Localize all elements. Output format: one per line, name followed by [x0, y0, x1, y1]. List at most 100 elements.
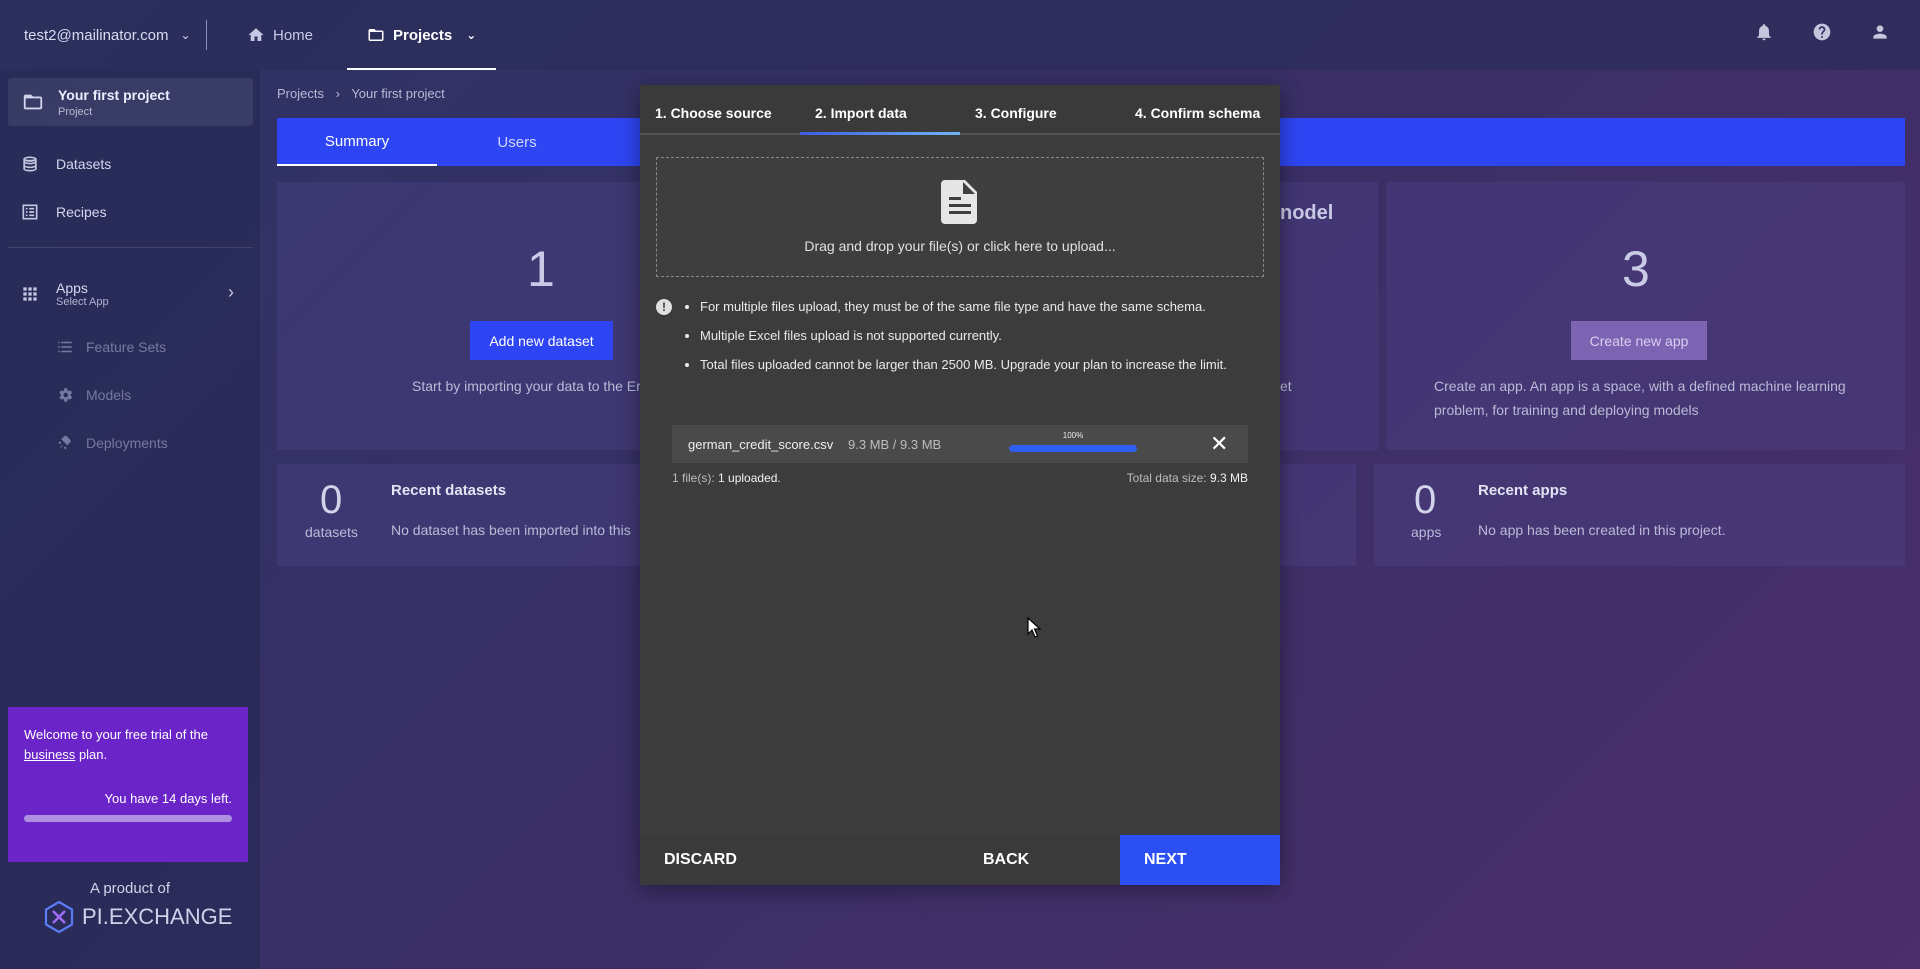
tab-summary[interactable]: Summary [277, 118, 437, 166]
home-icon [248, 28, 264, 41]
recent-datasets-count: 0 [320, 478, 343, 522]
wizard-steps: 1. Choose source 2. Import data 3. Confi… [640, 85, 1280, 135]
user-menu[interactable]: test2@mailinator.com ⌄ [0, 27, 206, 44]
sidebar-item-datasets[interactable]: Datasets [20, 154, 111, 174]
divider [206, 20, 207, 50]
user-icon[interactable] [1870, 22, 1890, 42]
total-size-summary: Total data size: 9.3 MB [1126, 471, 1248, 485]
add-dataset-button[interactable]: Add new dataset [470, 321, 613, 360]
trial-progress-bar [24, 815, 232, 822]
sidebar-item-label: Feature Sets [86, 339, 167, 355]
progress-track [1009, 445, 1137, 452]
file-count-summary: 1 file(s): 1 uploaded. [672, 471, 781, 485]
recent-apps-count: 0 [1414, 478, 1437, 522]
chevron-down-icon: ⌄ [180, 28, 191, 42]
recent-apps-unit: apps [1411, 524, 1442, 540]
file-dropzone[interactable]: Drag and drop your file(s) or click here… [656, 157, 1264, 277]
recent-apps-card [1374, 464, 1905, 566]
create-app-button[interactable]: Create new app [1571, 321, 1707, 360]
discard-button[interactable]: DISCARD [664, 835, 737, 885]
step-confirm-schema[interactable]: 4. Confirm schema [1120, 85, 1280, 135]
sidebar-item-label: Recipes [56, 204, 107, 220]
mouse-cursor-icon [1027, 617, 1042, 638]
breadcrumb-current: Your first project [351, 86, 445, 101]
modal-footer: DISCARD BACK NEXT [640, 835, 1280, 885]
datasets-card [277, 182, 642, 450]
sidebar-item-label: Datasets [56, 156, 112, 172]
sidebar-item-models: Models [56, 386, 131, 404]
bell-icon[interactable] [1754, 22, 1774, 42]
sidebar-item-label: Deployments [86, 435, 168, 451]
step-choose-source[interactable]: 1. Choose source [640, 85, 800, 135]
upload-note: Total files uploaded cannot be larger th… [700, 357, 1264, 373]
help-icon[interactable] [1812, 22, 1832, 42]
info-icon: ! [656, 299, 672, 315]
folder-open-icon [23, 94, 43, 110]
sidebar-item-label: Models [86, 387, 132, 403]
recent-datasets-title: Recent datasets [391, 482, 507, 499]
user-email: test2@mailinator.com [24, 26, 169, 44]
piexchange-logo-icon [44, 900, 74, 934]
step-configure[interactable]: 3. Configure [960, 85, 1120, 135]
recent-datasets-text: No dataset has been imported into this [391, 522, 631, 538]
chevron-down-icon[interactable]: ⌄ [466, 28, 476, 42]
divider [8, 247, 253, 248]
recent-models-card [1280, 464, 1356, 566]
app-description: Create an app. An app is a space, with a… [1434, 378, 1846, 418]
import-dataset-modal: 1. Choose source 2. Import data 3. Confi… [640, 85, 1280, 885]
nav-home-label: Home [273, 26, 314, 44]
file-name: german_credit_score.csv [688, 436, 834, 452]
upload-note: For multiple files upload, they must be … [700, 299, 1264, 315]
rocket-icon [58, 435, 71, 450]
project-subtitle: Project [58, 105, 93, 118]
upload-notes: ! For multiple files upload, they must b… [656, 299, 1264, 386]
list-icon [22, 204, 38, 220]
breadcrumb: Projects › Your first project [277, 86, 445, 101]
nav-projects-label: Projects [393, 26, 453, 44]
file-size: 9.3 MB / 9.3 MB [848, 436, 942, 452]
tab-users[interactable]: Users [437, 118, 597, 166]
uploaded-file-row: german_credit_score.csv 9.3 MB / 9.3 MB … [672, 425, 1248, 463]
models-heading: nodel [1280, 202, 1334, 224]
project-card[interactable]: Your first project Project [8, 78, 253, 126]
progress-label: 100% [1062, 431, 1084, 440]
dataset-description: Start by importing your data to the Er [412, 378, 640, 394]
trial-banner: Welcome to your free trial of the busine… [8, 707, 248, 862]
recent-datasets-unit: datasets [305, 524, 358, 540]
upload-note: Multiple Excel files upload is not suppo… [700, 328, 1264, 344]
dropzone-text: Drag and drop your file(s) or click here… [804, 238, 1116, 254]
apps-subtitle: Select App [56, 296, 109, 308]
sidebar-item-apps[interactable]: Apps Select App [20, 280, 109, 308]
progress-fill [1009, 445, 1137, 452]
chevron-right-icon[interactable]: › [228, 282, 234, 303]
cog-icon [59, 388, 73, 402]
chevron-right-icon: › [335, 86, 340, 101]
sidebar: Your first project Project Datasets Reci… [0, 70, 260, 969]
trial-message: Welcome to your free trial of the busine… [24, 727, 209, 762]
product-of-label: A product of [89, 880, 171, 897]
sidebar-item-recipes[interactable]: Recipes [20, 202, 107, 222]
database-icon [23, 156, 37, 172]
nav-projects[interactable]: Projects ⌄ [347, 0, 497, 70]
next-button[interactable]: NEXT [1120, 835, 1280, 885]
app-count: 3 [1622, 241, 1650, 297]
breadcrumb-projects[interactable]: Projects [277, 86, 324, 101]
top-bar: test2@mailinator.com ⌄ Home Projects ⌄ [0, 0, 1920, 70]
models-description: et [1280, 378, 1292, 394]
recent-apps-text: No app has been created in this project. [1478, 522, 1726, 538]
project-title: Your first project [58, 86, 170, 103]
trial-days-left: You have 14 days left. [104, 791, 232, 806]
sidebar-item-feature-sets: Feature Sets [56, 338, 166, 356]
dataset-count: 1 [527, 241, 555, 297]
folder-open-icon [368, 29, 384, 41]
grid-icon [23, 287, 37, 301]
back-button[interactable]: BACK [983, 835, 1029, 885]
step-import-data[interactable]: 2. Import data [800, 85, 960, 135]
file-icon [941, 180, 977, 224]
nav-home[interactable]: Home [227, 0, 333, 70]
business-plan-link[interactable]: business [24, 747, 75, 762]
piexchange-logo: PI.EXCHANGE [42, 900, 232, 934]
remove-file-icon[interactable]: ✕ [1210, 431, 1228, 457]
checklist-icon [58, 341, 72, 353]
sidebar-item-deployments: Deployments [56, 434, 168, 452]
